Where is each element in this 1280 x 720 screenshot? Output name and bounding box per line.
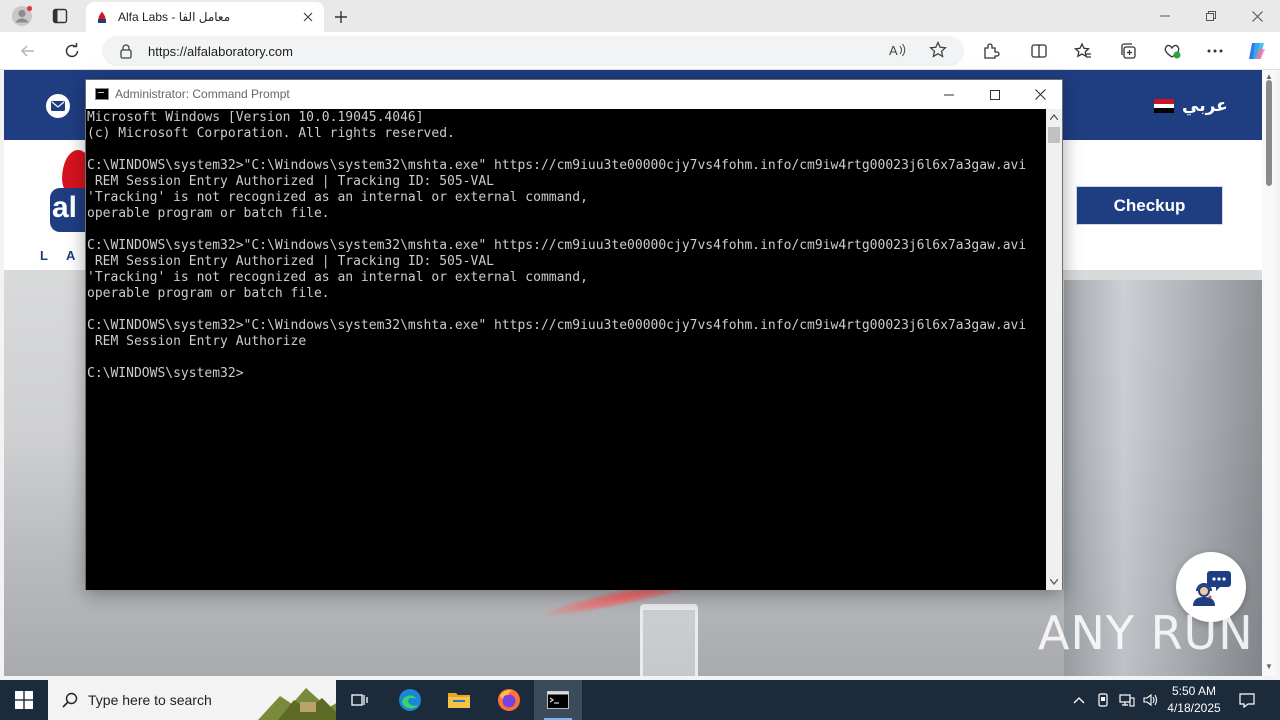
cmd-scroll-up-icon[interactable] bbox=[1046, 109, 1062, 125]
page-scrollbar[interactable]: ▲ ▼ bbox=[1262, 70, 1276, 676]
profile-icon[interactable] bbox=[8, 4, 36, 28]
split-screen-icon[interactable] bbox=[1026, 38, 1052, 64]
cmd-line: C:\WINDOWS\system32>"C:\Windows\system32… bbox=[87, 158, 1027, 173]
notifications-icon[interactable] bbox=[1232, 680, 1262, 720]
browser-tab-bar: Alfa Labs - معامل الفا bbox=[0, 0, 1280, 32]
favorites-icon[interactable] bbox=[1070, 38, 1096, 64]
cmd-scrollbar[interactable] bbox=[1046, 109, 1062, 590]
extensions-icon[interactable] bbox=[978, 38, 1004, 64]
cmd-line: Microsoft Windows [Version 10.0.19045.40… bbox=[87, 110, 424, 125]
cmd-scroll-down-icon[interactable] bbox=[1046, 574, 1062, 590]
site-favicon-icon bbox=[98, 11, 106, 23]
cmd-app-icon bbox=[95, 88, 109, 100]
cmd-line: C:\WINDOWS\system32>"C:\Windows\system32… bbox=[87, 238, 1027, 253]
show-hidden-icons-icon[interactable] bbox=[1068, 680, 1090, 720]
cmd-line: C:\WINDOWS\system32> bbox=[87, 366, 244, 381]
network-icon[interactable] bbox=[1116, 680, 1138, 720]
cmd-line bbox=[87, 350, 1046, 366]
cmd-line: operable program or batch file. bbox=[87, 286, 330, 301]
copilot-icon[interactable] bbox=[1244, 38, 1270, 64]
volume-icon[interactable] bbox=[1140, 680, 1162, 720]
search-placeholder: Type here to search bbox=[88, 692, 212, 708]
device-icon[interactable] bbox=[1092, 680, 1114, 720]
cmd-scroll-thumb[interactable] bbox=[1048, 127, 1060, 143]
support-agent-icon bbox=[1193, 571, 1231, 606]
cmd-line bbox=[87, 302, 1046, 318]
cmd-line bbox=[87, 142, 1046, 158]
tab-title: Alfa Labs - معامل الفا bbox=[118, 10, 231, 24]
minimize-icon[interactable] bbox=[1142, 0, 1188, 32]
back-arrow-icon[interactable] bbox=[14, 38, 42, 64]
page-scroll-thumb[interactable] bbox=[1266, 80, 1272, 186]
cmd-line: operable program or batch file. bbox=[87, 206, 330, 221]
hero-test-tube bbox=[640, 604, 698, 676]
cmd-minimize-icon[interactable] bbox=[926, 80, 972, 109]
scroll-down-icon[interactable]: ▼ bbox=[1264, 662, 1274, 672]
cmd-title-bar[interactable]: Administrator: Command Prompt bbox=[86, 80, 1062, 109]
language-label: عربي bbox=[1182, 96, 1228, 115]
restore-icon[interactable] bbox=[1188, 0, 1234, 32]
cmd-line: REM Session Entry Authorized | Tracking … bbox=[87, 254, 494, 269]
language-switcher[interactable]: عربي bbox=[1154, 96, 1228, 116]
anyrun-watermark: ANY RUN bbox=[1038, 606, 1254, 660]
collections-icon[interactable] bbox=[1115, 38, 1141, 64]
tab-actions-icon[interactable] bbox=[46, 4, 74, 28]
cmd-line bbox=[87, 222, 1046, 238]
watermark-text: ANY RUN bbox=[1038, 606, 1254, 660]
windows-taskbar: Type here to search 5:50 AM 4/18/2025 bbox=[0, 680, 1280, 720]
refresh-icon[interactable] bbox=[58, 38, 86, 64]
tab-alfa-labs[interactable]: Alfa Labs - معامل الفا bbox=[86, 2, 324, 32]
task-view-icon[interactable] bbox=[336, 680, 384, 720]
taskbar-search-box[interactable]: Type here to search bbox=[48, 680, 336, 720]
url-field[interactable]: https://alfalaboratory.com bbox=[102, 36, 964, 66]
command-prompt-window[interactable]: Administrator: Command Prompt Microsoft … bbox=[85, 79, 1063, 590]
start-button[interactable] bbox=[0, 680, 48, 720]
windows-logo-icon bbox=[15, 691, 33, 709]
cmd-line: C:\WINDOWS\system32>"C:\Windows\system32… bbox=[87, 318, 1027, 333]
favorite-star-icon[interactable] bbox=[925, 37, 951, 63]
cmd-line: 'Tracking' is not recognized as an inter… bbox=[87, 190, 588, 205]
cmd-line: 'Tracking' is not recognized as an inter… bbox=[87, 270, 588, 285]
cmd-title: Administrator: Command Prompt bbox=[115, 87, 290, 101]
search-highlight-art-icon bbox=[258, 688, 336, 720]
cmd-close-icon[interactable] bbox=[1017, 80, 1063, 109]
cmd-line: REM Session Entry Authorize bbox=[87, 334, 307, 349]
read-aloud-icon[interactable]: A bbox=[885, 37, 911, 63]
svg-text:A: A bbox=[889, 43, 898, 58]
firefox-icon[interactable] bbox=[485, 680, 533, 720]
file-explorer-icon[interactable] bbox=[435, 680, 483, 720]
mail-icon[interactable] bbox=[46, 94, 70, 118]
search-icon bbox=[62, 692, 78, 708]
edge-taskbar-icon[interactable] bbox=[386, 680, 434, 720]
more-options-icon[interactable] bbox=[1202, 38, 1228, 64]
tab-close-icon[interactable] bbox=[300, 9, 316, 25]
taskbar-clock[interactable]: 5:50 AM 4/18/2025 bbox=[1162, 683, 1226, 717]
browser-essentials-icon[interactable] bbox=[1159, 38, 1185, 64]
cmd-line: (c) Microsoft Corporation. All rights re… bbox=[87, 126, 455, 141]
lock-icon[interactable] bbox=[118, 43, 134, 59]
url-text: https://alfalaboratory.com bbox=[148, 43, 293, 59]
cmd-taskbar-icon[interactable] bbox=[534, 680, 582, 720]
cmd-line: REM Session Entry Authorized | Tracking … bbox=[87, 174, 494, 189]
new-tab-button[interactable] bbox=[330, 6, 352, 28]
address-bar-row: https://alfalaboratory.com A bbox=[0, 32, 1280, 70]
cmd-console-output[interactable]: Microsoft Windows [Version 10.0.19045.40… bbox=[86, 109, 1046, 590]
clock-date: 4/18/2025 bbox=[1167, 701, 1221, 715]
clock-time: 5:50 AM bbox=[1171, 684, 1217, 698]
egypt-flag-icon bbox=[1154, 99, 1174, 114]
cmd-maximize-icon[interactable] bbox=[972, 80, 1018, 109]
checkup-button[interactable]: Checkup bbox=[1076, 186, 1223, 225]
close-window-icon[interactable] bbox=[1234, 0, 1280, 32]
